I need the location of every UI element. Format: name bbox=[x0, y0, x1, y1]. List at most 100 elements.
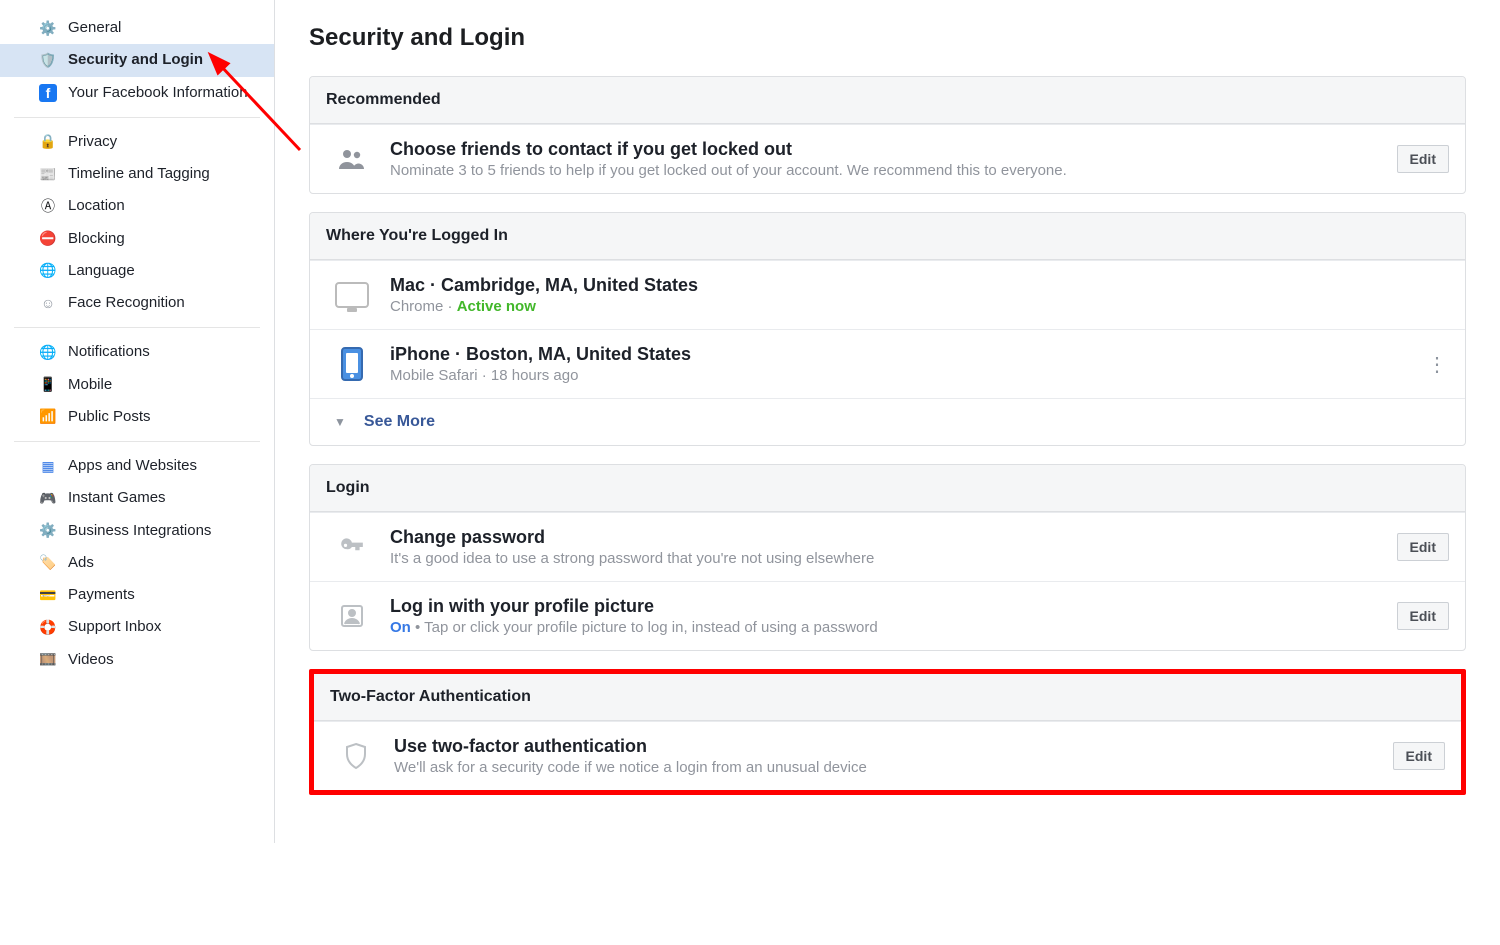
shield-icon bbox=[338, 738, 374, 774]
videos-icon: 🎞️ bbox=[38, 650, 58, 670]
sidebar-item-security-and-login[interactable]: 🛡️ Security and Login bbox=[0, 44, 274, 76]
sidebar-item-label: Language bbox=[68, 261, 135, 281]
recommended-friends-sub: Nominate 3 to 5 friends to help if you g… bbox=[390, 162, 1385, 179]
sidebar-item-payments[interactable]: 💳 Payments bbox=[0, 579, 274, 611]
mobile-icon: 📱 bbox=[38, 375, 58, 395]
sidebar-item-apps-and-websites[interactable]: ▦ Apps and Websites bbox=[0, 450, 274, 482]
sidebar-item-language[interactable]: 🌐 Language bbox=[0, 255, 274, 287]
phone-icon bbox=[334, 346, 370, 382]
login-profile-sub: On • Tap or click your profile picture t… bbox=[390, 619, 1385, 636]
sidebar-item-label: Timeline and Tagging bbox=[68, 164, 210, 184]
logged-in-panel: Where You're Logged In Mac · Cambridge, … bbox=[309, 212, 1466, 446]
sidebar-item-label: Videos bbox=[68, 650, 114, 670]
use-two-factor-title: Use two-factor authentication bbox=[394, 736, 1381, 757]
settings-sidebar: ⚙️ General 🛡️ Security and Login f Your Faceb… bbox=[0, 0, 275, 843]
sidebar-item-blocking[interactable]: ⛔ Blocking bbox=[0, 223, 274, 255]
two-factor-header: Two-Factor Authentication bbox=[314, 674, 1461, 721]
use-two-factor-row[interactable]: Use two-factor authentication We'll ask … bbox=[314, 721, 1461, 790]
sidebar-item-label: Payments bbox=[68, 585, 135, 605]
sidebar-item-label: Notifications bbox=[68, 342, 150, 362]
sidebar-item-mobile[interactable]: 📱 Mobile bbox=[0, 369, 274, 401]
language-icon: 🌐 bbox=[38, 261, 58, 281]
sidebar-item-support-inbox[interactable]: 🛟 Support Inbox bbox=[0, 611, 274, 643]
apps-icon: ▦ bbox=[38, 456, 58, 476]
sidebar-item-ads[interactable]: 🏷️ Ads bbox=[0, 547, 274, 579]
sidebar-item-notifications[interactable]: 🌐 Notifications bbox=[0, 336, 274, 368]
login-profile-picture-row[interactable]: Log in with your profile picture On • Ta… bbox=[310, 581, 1465, 650]
sidebar-item-public-posts[interactable]: 📶Public Posts bbox=[0, 401, 274, 433]
shield-icon: 🛡️ bbox=[38, 50, 58, 70]
edit-button[interactable]: Edit bbox=[1397, 145, 1449, 173]
session-sub: Chrome · Active now bbox=[390, 298, 1449, 315]
recommended-friends-title: Choose friends to contact if you get loc… bbox=[390, 139, 1385, 160]
sidebar-item-label: General bbox=[68, 18, 121, 38]
sidebar-item-general[interactable]: ⚙️ General bbox=[0, 12, 274, 44]
logged-in-header: Where You're Logged In bbox=[310, 213, 1465, 260]
sidebar-item-label: Privacy bbox=[68, 132, 117, 152]
change-password-title: Change password bbox=[390, 527, 1385, 548]
session-row[interactable]: Mac · Cambridge, MA, United States Chrom… bbox=[310, 260, 1465, 329]
sidebar-item-label: Business Integrations bbox=[68, 521, 211, 541]
sidebar-item-business-integrations[interactable]: ⚙️ Business Integrations bbox=[0, 515, 274, 547]
sidebar-item-instant-games[interactable]: 🎮 Instant Games bbox=[0, 482, 274, 514]
main-content: Security and Login Recommended Choose fr… bbox=[275, 0, 1500, 843]
monitor-icon bbox=[334, 277, 370, 313]
see-more-row[interactable]: ▼ See More bbox=[310, 398, 1465, 445]
recommended-header: Recommended bbox=[310, 77, 1465, 124]
sidebar-item-label: Face Recognition bbox=[68, 293, 185, 313]
sidebar-item-label: Blocking bbox=[68, 229, 125, 249]
blocking-icon: ⛔ bbox=[38, 229, 58, 249]
sidebar-item-your-facebook-information[interactable]: f Your Facebook Information bbox=[0, 77, 274, 109]
two-factor-highlight: Two-Factor Authentication Use two-factor… bbox=[309, 669, 1466, 795]
two-factor-panel: Two-Factor Authentication Use two-factor… bbox=[314, 674, 1461, 790]
face-icon: ☺ bbox=[38, 293, 58, 313]
edit-button[interactable]: Edit bbox=[1397, 602, 1449, 630]
timeline-icon: 📰 bbox=[38, 164, 58, 184]
ads-icon: 🏷️ bbox=[38, 553, 58, 573]
sidebar-item-privacy[interactable]: 🔒 Privacy bbox=[0, 126, 274, 158]
session-sub: Mobile Safari · 18 hours ago bbox=[390, 367, 1413, 384]
sidebar-item-location[interactable]: Ⓐ Location bbox=[0, 190, 274, 222]
sidebar-item-label: Your Facebook Information bbox=[68, 83, 248, 103]
rss-icon: 📶 bbox=[38, 407, 58, 427]
games-icon: 🎮 bbox=[38, 488, 58, 508]
session-title: iPhone · Boston, MA, United States bbox=[390, 344, 1413, 365]
chevron-down-icon: ▼ bbox=[334, 415, 346, 429]
location-icon: Ⓐ bbox=[38, 196, 58, 216]
change-password-row[interactable]: Change password It's a good idea to use … bbox=[310, 512, 1465, 581]
session-title: Mac · Cambridge, MA, United States bbox=[390, 275, 1449, 296]
login-profile-title: Log in with your profile picture bbox=[390, 596, 1385, 617]
recommended-friends-row[interactable]: Choose friends to contact if you get loc… bbox=[310, 124, 1465, 193]
login-header: Login bbox=[310, 465, 1465, 512]
login-panel: Login Change password It's a good idea t… bbox=[309, 464, 1466, 651]
session-row[interactable]: iPhone · Boston, MA, United States Mobil… bbox=[310, 329, 1465, 398]
session-more-menu[interactable]: ⋮ bbox=[1425, 352, 1449, 377]
recommended-panel: Recommended Choose friends to contact if… bbox=[309, 76, 1466, 194]
use-two-factor-sub: We'll ask for a security code if we noti… bbox=[394, 759, 1381, 776]
sidebar-item-videos[interactable]: 🎞️ Videos bbox=[0, 644, 274, 676]
sidebar-item-label: Mobile bbox=[68, 375, 112, 395]
sidebar-item-timeline-and-tagging[interactable]: 📰 Timeline and Tagging bbox=[0, 158, 274, 190]
profile-picture-icon bbox=[334, 598, 370, 634]
sidebar-item-label: Apps and Websites bbox=[68, 456, 197, 476]
friends-icon bbox=[334, 141, 370, 177]
facebook-icon: f bbox=[38, 83, 58, 103]
support-icon: 🛟 bbox=[38, 617, 58, 637]
sidebar-item-face-recognition[interactable]: ☺ Face Recognition bbox=[0, 287, 274, 319]
sidebar-item-label: Ads bbox=[68, 553, 94, 573]
sidebar-item-label: Location bbox=[68, 196, 125, 216]
sidebar-item-label: Security and Login bbox=[68, 50, 203, 70]
see-more-label: See More bbox=[364, 413, 435, 431]
key-icon bbox=[334, 529, 370, 565]
payments-icon: 💳 bbox=[38, 585, 58, 605]
lock-icon: 🔒 bbox=[38, 132, 58, 152]
change-password-sub: It's a good idea to use a strong passwor… bbox=[390, 550, 1385, 567]
page-title: Security and Login bbox=[309, 24, 1466, 52]
gear-icon: ⚙️ bbox=[38, 18, 58, 38]
business-icon: ⚙️ bbox=[38, 521, 58, 541]
edit-button[interactable]: Edit bbox=[1397, 533, 1449, 561]
edit-button[interactable]: Edit bbox=[1393, 742, 1445, 770]
sidebar-item-label: Support Inbox bbox=[68, 617, 161, 637]
sidebar-item-label: Instant Games bbox=[68, 488, 166, 508]
globe-icon: 🌐 bbox=[38, 342, 58, 362]
